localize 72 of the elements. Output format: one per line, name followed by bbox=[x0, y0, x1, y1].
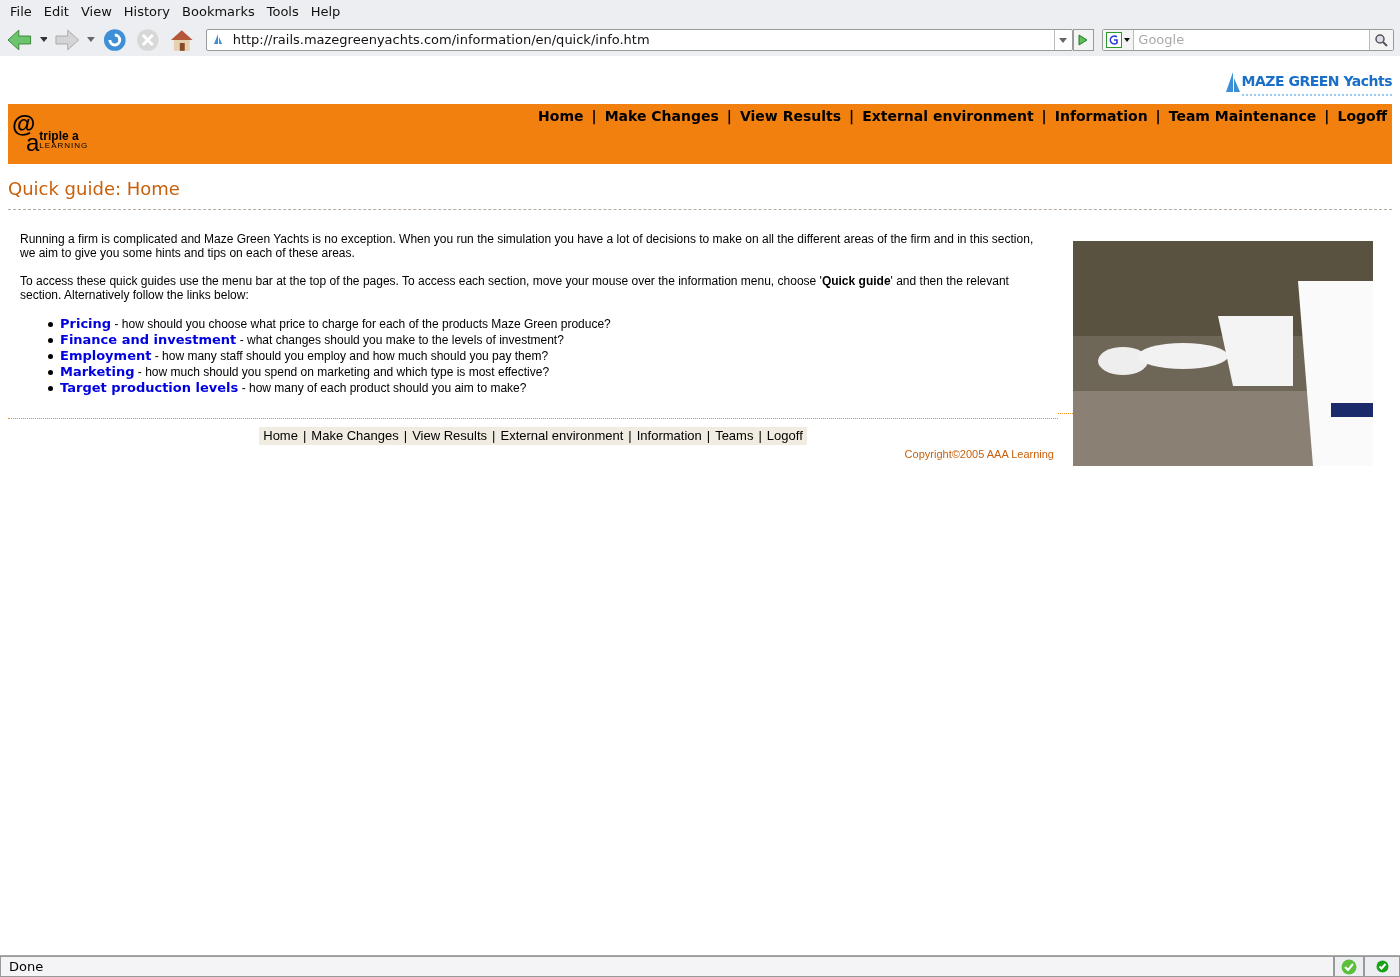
dropdown-caret-icon[interactable] bbox=[87, 37, 95, 43]
search-engine-button[interactable] bbox=[1103, 30, 1135, 50]
bullet-icon bbox=[48, 385, 53, 391]
search-button[interactable] bbox=[1368, 30, 1393, 50]
status-text: Done bbox=[9, 957, 44, 976]
footer-nav-link[interactable]: Make Changes bbox=[311, 426, 399, 446]
nav-separator: | bbox=[590, 107, 598, 127]
menu-item[interactable]: History bbox=[117, 0, 177, 24]
brand-logo: MAZE GREEN Yachts bbox=[1225, 70, 1392, 96]
topic-description: - what changes should you make to the levels of investment? bbox=[238, 332, 564, 348]
topic-description: - how much should you spend on marketing and which type is most effective? bbox=[136, 364, 550, 380]
nav-separator: | bbox=[705, 427, 712, 446]
nav-link[interactable]: External environment bbox=[862, 106, 1034, 127]
nav-separator: | bbox=[848, 107, 856, 127]
topic-description: - how many of each product should you aim to make? bbox=[240, 380, 527, 396]
menu-item[interactable]: Help bbox=[304, 0, 347, 24]
nav-link[interactable]: Logoff bbox=[1337, 106, 1387, 127]
copyright-text: Copyright©2005 AAA Learning bbox=[904, 447, 1054, 462]
body-paragraph: Running a firm is complicated and Maze Green Yachts is no exception. When you run the simulation you have a lot of decisions to make on all the different areas of the firm and in this section, we aim to give you some hints and tips on each of these areas. bbox=[20, 232, 1035, 260]
g-logo-icon bbox=[1106, 32, 1123, 48]
topic-description: - how should you choose what price to charge for each of the products Maze Green produce? bbox=[113, 316, 611, 332]
topic-description: - how many staff should you employ and how much should you pay them? bbox=[153, 348, 549, 364]
nav-separator: | bbox=[725, 107, 733, 127]
bullet-icon bbox=[48, 369, 53, 375]
nav-link[interactable]: Team Maintenance bbox=[1168, 106, 1317, 127]
menu-item[interactable]: Tools bbox=[260, 0, 305, 24]
nav-link[interactable]: Make Changes bbox=[604, 106, 719, 127]
check-icon bbox=[1375, 960, 1389, 973]
back-arrow-icon[interactable] bbox=[6, 27, 34, 53]
footer-nav-link[interactable]: Logoff bbox=[766, 426, 803, 446]
search-icon bbox=[1374, 33, 1389, 47]
nav-separator: | bbox=[491, 427, 497, 446]
nav-separator: | bbox=[1323, 107, 1331, 127]
status-button[interactable] bbox=[1334, 956, 1364, 977]
topic-link[interactable]: Target production levels bbox=[60, 380, 239, 396]
footer-nav-link[interactable]: Home bbox=[263, 426, 298, 446]
footer-nav-link[interactable]: View Results bbox=[412, 426, 488, 446]
page-title: Quick guide: Home bbox=[8, 177, 181, 201]
address-bar[interactable]: http://rails.mazegreenyachts.com/information/en/quick/info.htm bbox=[205, 29, 1073, 51]
topic-link[interactable]: Employment bbox=[60, 348, 152, 364]
nav-separator: | bbox=[1154, 107, 1162, 127]
topic-link[interactable]: Finance and investment bbox=[60, 332, 237, 348]
bullet-icon bbox=[48, 321, 53, 327]
body-paragraph: To access these quick guides use the menu bar at the top of the pages. To access each section, move your mouse over the information menu, choose 'Quick guide' and then the relevant section. Alternatively follow the links below: bbox=[20, 274, 1010, 302]
footer-nav-link[interactable]: Information bbox=[636, 426, 702, 446]
bullet-icon bbox=[48, 353, 53, 359]
nav-separator: | bbox=[627, 427, 633, 446]
nav-link[interactable]: View Results bbox=[739, 106, 842, 127]
menu-item[interactable]: View bbox=[74, 0, 118, 24]
caret-icon bbox=[1059, 37, 1068, 43]
play-icon bbox=[1078, 34, 1089, 46]
url-text: http://rails.mazegreenyachts.com/information/en/quick/info.htm bbox=[232, 31, 651, 50]
go-button[interactable] bbox=[1072, 29, 1095, 51]
dropdown-caret-icon[interactable] bbox=[39, 37, 48, 43]
caret-icon bbox=[1124, 38, 1131, 42]
bullet-icon bbox=[48, 337, 53, 343]
footer-nav-link[interactable]: External environment bbox=[500, 426, 624, 446]
nav-separator: | bbox=[402, 427, 409, 446]
nav-separator: | bbox=[1040, 107, 1048, 127]
check-icon bbox=[1341, 958, 1357, 975]
status-button[interactable] bbox=[1364, 956, 1400, 977]
menu-item[interactable]: File bbox=[4, 0, 38, 24]
topic-link[interactable]: Marketing bbox=[60, 364, 135, 380]
nav-link[interactable]: Home bbox=[538, 106, 584, 127]
nav-separator: | bbox=[301, 427, 308, 446]
nav-separator: | bbox=[757, 427, 763, 446]
menu-item[interactable]: Edit bbox=[37, 0, 75, 24]
menu-item[interactable]: Bookmarks bbox=[176, 0, 261, 24]
topic-link[interactable]: Pricing bbox=[60, 316, 112, 332]
nav-link[interactable]: Information bbox=[1054, 106, 1148, 127]
sailboat-icon bbox=[212, 34, 223, 46]
footer-nav-link[interactable]: Teams bbox=[715, 426, 754, 446]
